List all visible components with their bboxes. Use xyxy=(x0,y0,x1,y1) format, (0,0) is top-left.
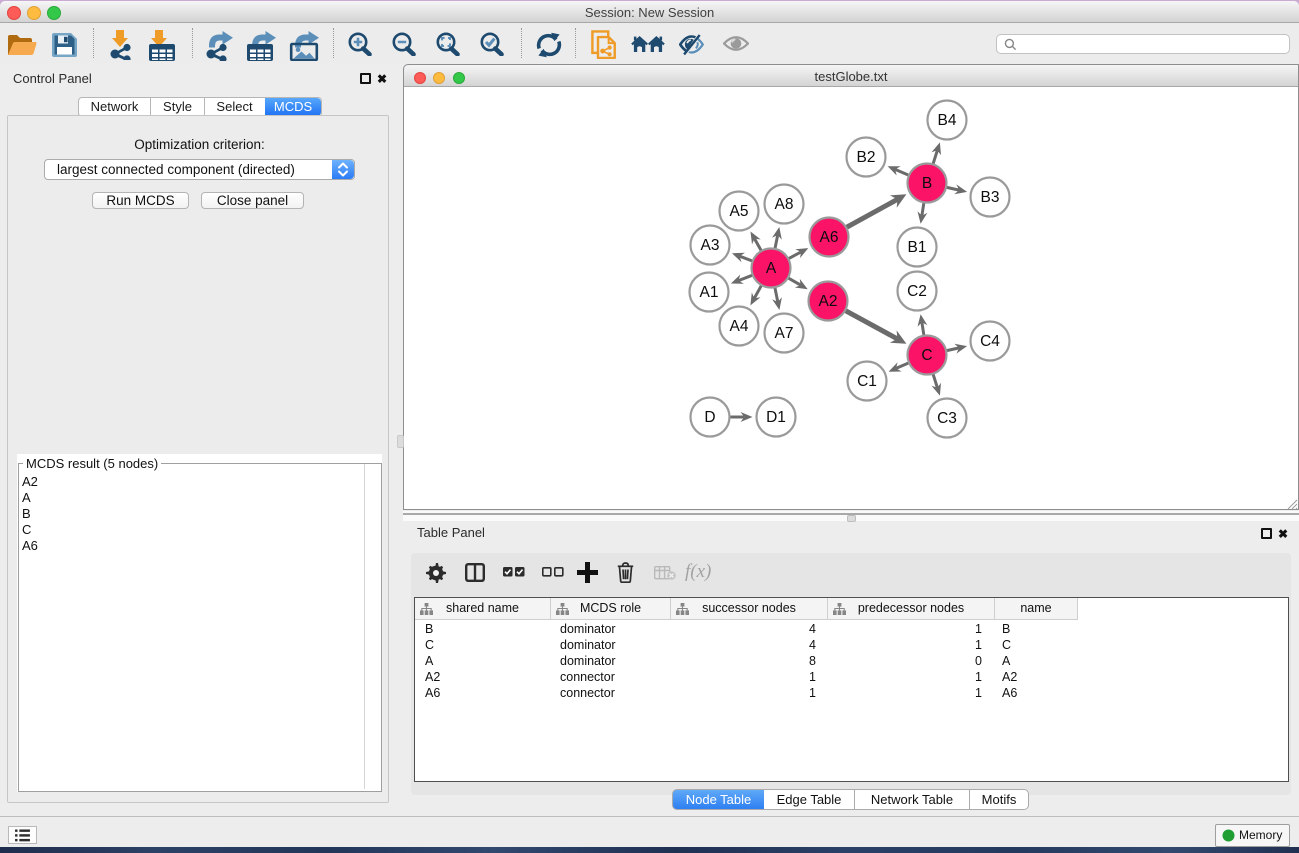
svg-text:D1: D1 xyxy=(766,409,786,426)
svg-text:C4: C4 xyxy=(980,333,1000,350)
svg-text:C3: C3 xyxy=(937,410,957,427)
svg-text:A6: A6 xyxy=(820,229,839,246)
svg-text:A1: A1 xyxy=(700,284,719,301)
svg-text:B3: B3 xyxy=(981,189,1000,206)
svg-text:A7: A7 xyxy=(775,325,794,342)
svg-text:C: C xyxy=(921,347,932,364)
svg-text:B4: B4 xyxy=(938,112,957,129)
svg-text:B1: B1 xyxy=(908,239,927,256)
svg-text:A3: A3 xyxy=(701,237,720,254)
svg-text:C1: C1 xyxy=(857,373,877,390)
svg-text:D: D xyxy=(704,409,715,426)
svg-text:A8: A8 xyxy=(775,196,794,213)
svg-text:A2: A2 xyxy=(819,293,838,310)
svg-text:B2: B2 xyxy=(857,149,876,166)
svg-text:B: B xyxy=(922,175,932,192)
svg-text:A: A xyxy=(766,260,777,277)
svg-text:A5: A5 xyxy=(730,203,749,220)
svg-text:C2: C2 xyxy=(907,283,927,300)
svg-text:A4: A4 xyxy=(730,318,749,335)
